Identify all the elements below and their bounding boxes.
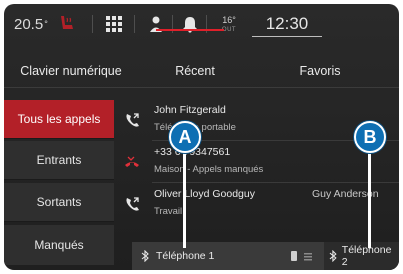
status-divider (92, 15, 93, 33)
outgoing-call-icon (124, 196, 140, 212)
filter-all-calls[interactable]: Tous les appels (4, 100, 114, 138)
selected-tab-indicator (156, 29, 224, 31)
infotainment-screen: 20.5 ° 16° OUT 12:30 Clavier numérique R… (4, 4, 399, 270)
status-divider (134, 15, 135, 33)
bluetooth-icon (329, 250, 337, 262)
missed-call-icon (124, 154, 140, 170)
call-filter-list: Tous les appels Entrants Sortants Manqué… (4, 100, 116, 270)
tab-favorites[interactable]: Favoris (260, 58, 380, 84)
callout-b-pointer (368, 150, 371, 248)
bluetooth-icon (141, 250, 149, 262)
filter-missed[interactable]: Manqués (4, 225, 114, 265)
battery-icon (290, 250, 298, 262)
outside-temperature: 16° OUT (214, 12, 244, 38)
phone-tabs: Clavier numérique Récent Favoris (4, 58, 399, 86)
temperature-value: 20.5 (14, 15, 44, 33)
filter-divider (4, 138, 114, 139)
phone-2-button[interactable]: Téléphone 2 (324, 242, 399, 270)
outside-temp-label: OUT (221, 27, 237, 33)
signal-icon (304, 250, 312, 262)
callout-a-pointer (183, 150, 186, 248)
call-row[interactable]: Oliver Lloyd Goodguy Travail Guy Anderso… (116, 184, 399, 224)
call-contact-name: Oliver Lloyd Goodguy (154, 188, 255, 200)
status-bar: 20.5 ° 16° OUT 12:30 (4, 4, 399, 44)
tab-recent[interactable]: Récent (142, 58, 248, 84)
filter-divider (4, 179, 114, 180)
outgoing-call-icon (124, 112, 140, 128)
phone-1-button[interactable]: Téléphone 1 (132, 242, 322, 270)
cabin-temperature[interactable]: 20.5 ° (14, 12, 48, 36)
tab-keypad[interactable]: Clavier numérique (6, 58, 136, 84)
call-detail: Maison - Appels manqués (154, 164, 264, 175)
heated-seat-icon[interactable] (54, 14, 78, 34)
driver-profile-icon[interactable] (146, 14, 166, 34)
outside-temp-value: 16° (222, 15, 236, 25)
apps-grid-icon[interactable] (106, 16, 122, 32)
recent-calls-list: John Fitzgerald Téléphone portable +33 6… (116, 100, 399, 240)
filter-outgoing[interactable]: Sortants (4, 183, 114, 221)
filter-divider (4, 221, 114, 222)
tabs-divider (4, 87, 399, 88)
temperature-unit: ° (44, 19, 48, 29)
clock: 12:30 (252, 12, 322, 37)
figure-frame: 20.5 ° 16° OUT 12:30 Clavier numérique R… (0, 0, 403, 274)
filter-incoming[interactable]: Entrants (4, 141, 114, 179)
callout-a-marker: A (169, 121, 201, 153)
call-detail: Travail (154, 206, 183, 217)
callout-b-marker: B (354, 121, 386, 153)
phone-selector: Téléphone 1 Téléphone 2 (132, 242, 399, 270)
call-contact-name: John Fitzgerald (154, 104, 226, 116)
call-row[interactable]: +33 6 79347561 Maison - Appels manqués (116, 142, 399, 182)
row-divider (152, 182, 399, 183)
phone-1-label: Téléphone 1 (156, 250, 215, 262)
